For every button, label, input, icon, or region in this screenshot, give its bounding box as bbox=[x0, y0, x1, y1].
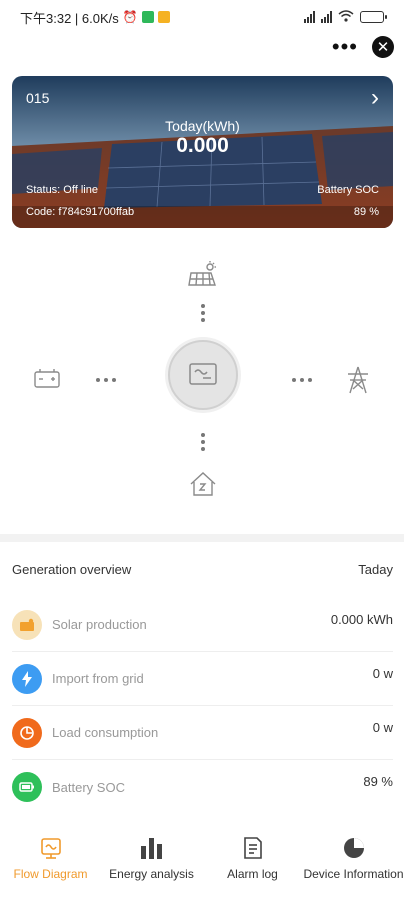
tab-flow-diagram[interactable]: Flow Diagram bbox=[0, 826, 101, 900]
period-selector[interactable]: Taday bbox=[358, 562, 393, 577]
tab-label: Device Information bbox=[303, 867, 404, 881]
tab-energy-analysis[interactable]: Energy analysis bbox=[101, 826, 202, 900]
overview-value: 0.000 kWh bbox=[330, 612, 393, 627]
home-load-icon[interactable] bbox=[188, 470, 218, 498]
document-icon bbox=[242, 834, 264, 862]
section-divider bbox=[0, 534, 404, 542]
pie-chart-icon bbox=[342, 834, 366, 862]
battery-status-icon bbox=[360, 11, 387, 23]
overview-label: Import from grid bbox=[52, 671, 144, 686]
wifi-icon bbox=[338, 9, 354, 25]
device-code: Code: f784c91700ffab bbox=[26, 206, 135, 218]
battery-soc-label: Battery SOC bbox=[317, 184, 379, 196]
close-icon[interactable]: ✕ bbox=[372, 36, 394, 58]
status-bar-right bbox=[304, 9, 387, 25]
signal-icon bbox=[321, 11, 332, 23]
plant-id: 015 bbox=[26, 90, 50, 106]
flow-connector-left bbox=[96, 378, 116, 382]
top-actions: ••• ✕ bbox=[332, 36, 394, 58]
battery-soc-value: 89 % bbox=[353, 206, 379, 218]
signal-icon bbox=[304, 11, 315, 23]
tab-label: Energy analysis bbox=[109, 867, 194, 881]
overview-value: 0 w bbox=[372, 666, 393, 681]
battery-icon bbox=[12, 772, 42, 802]
overview-label: Battery SOC bbox=[52, 779, 125, 795]
chevron-right-icon[interactable]: › bbox=[371, 84, 379, 112]
bottom-nav: Flow Diagram Energy analysis Alarm log D… bbox=[0, 826, 404, 900]
solar-panel-icon[interactable] bbox=[186, 260, 220, 290]
battery-icon[interactable] bbox=[32, 366, 62, 390]
solar-icon bbox=[12, 609, 42, 640]
list-item[interactable]: Battery SOC 89 % bbox=[12, 760, 393, 814]
overview-label: Load consumption bbox=[52, 725, 159, 740]
tab-device-information[interactable]: Device Information bbox=[303, 826, 404, 900]
today-value: 0.000 bbox=[176, 134, 229, 157]
pie-clock-icon bbox=[12, 717, 42, 748]
overview-value: 0 w bbox=[372, 720, 393, 735]
flow-diagram-icon bbox=[39, 834, 63, 862]
tab-alarm-log[interactable]: Alarm log bbox=[202, 826, 303, 900]
wechat-icon bbox=[141, 11, 154, 23]
status-time-speed: 下午3:32 | 6.0K/s bbox=[20, 10, 119, 26]
lightning-icon bbox=[12, 663, 42, 694]
alarm-clock-icon: ⏰ bbox=[122, 10, 138, 24]
today-label: Today(kWh) bbox=[165, 118, 240, 134]
bar-chart-icon bbox=[139, 834, 165, 862]
status-bar-left: 下午3:32 | 6.0K/s ⏰ bbox=[20, 8, 170, 27]
app-notification-icon bbox=[157, 11, 170, 23]
tab-label: Flow Diagram bbox=[13, 867, 88, 881]
more-dots-icon[interactable]: ••• bbox=[332, 36, 358, 58]
list-item[interactable]: Solar production 0.000 kWh bbox=[12, 598, 393, 652]
device-status: Status: Off line bbox=[26, 184, 98, 196]
overview-list: Solar production 0.000 kWh Import from g… bbox=[12, 598, 393, 814]
flow-connector-top bbox=[201, 304, 205, 322]
grid-tower-icon[interactable] bbox=[344, 364, 372, 396]
list-item[interactable]: Import from grid 0 w bbox=[12, 652, 393, 706]
status-bar: 下午3:32 | 6.0K/s ⏰ bbox=[0, 0, 404, 34]
inverter-icon[interactable] bbox=[168, 340, 238, 410]
list-item[interactable]: Load consumption 0 w bbox=[12, 706, 393, 760]
tab-label: Alarm log bbox=[227, 867, 278, 881]
overview-title: Generation overview bbox=[12, 562, 132, 577]
overview-header: Generation overview Taday bbox=[12, 562, 393, 577]
overview-value: 89 % bbox=[363, 774, 393, 789]
flow-diagram bbox=[0, 240, 404, 530]
plant-hero-card[interactable]: 015 › Today(kWh) 0.000 Status: Off line … bbox=[12, 76, 393, 228]
flow-connector-bottom bbox=[201, 433, 205, 451]
flow-connector-right bbox=[292, 378, 312, 382]
